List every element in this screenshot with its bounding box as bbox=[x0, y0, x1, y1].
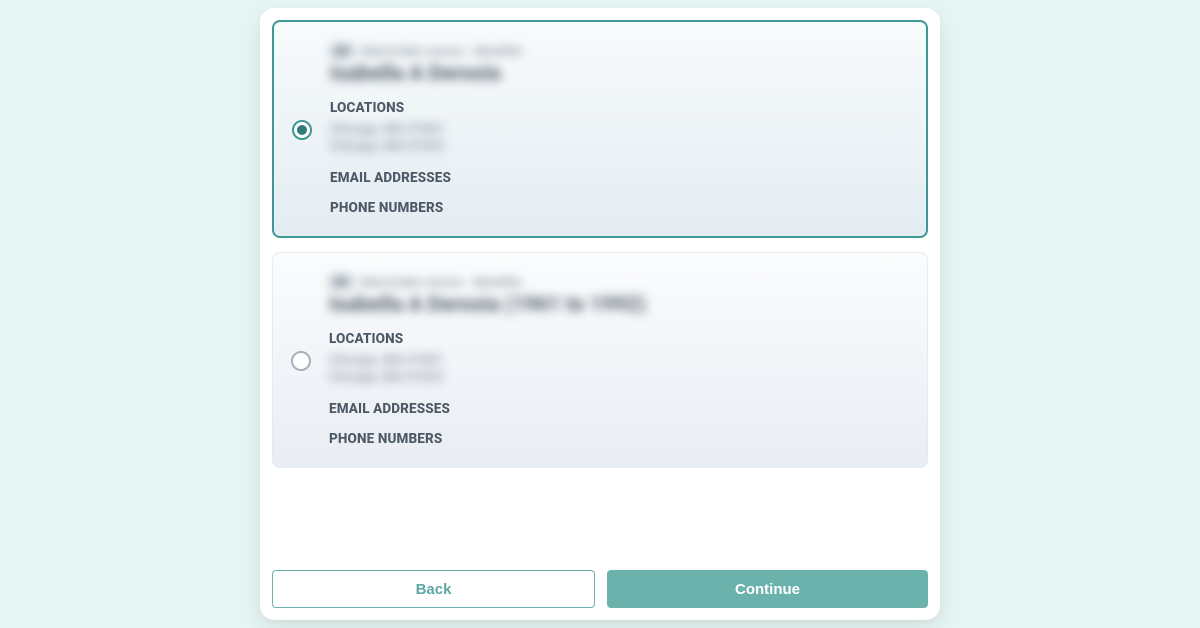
selection-panel: ID data broker source · identifier Isabe… bbox=[260, 8, 940, 620]
locations-list: Chicago, MA 01001 Chicago, MA 01022 bbox=[329, 353, 909, 387]
meta-tag: ID bbox=[329, 275, 353, 289]
location-item: Chicago, MA 01022 bbox=[329, 370, 909, 387]
location-item: Chicago, MA 01001 bbox=[330, 122, 908, 139]
option-card[interactable]: ID data broker source · identifier Isabe… bbox=[272, 252, 928, 468]
radio-dot bbox=[297, 125, 307, 135]
option-name: Isabella A Derosia bbox=[330, 62, 908, 86]
emails-label: EMAIL ADDRESSES bbox=[330, 170, 908, 186]
option-list: ID data broker source · identifier Isabe… bbox=[272, 20, 928, 556]
option-body: ID data broker source · identifier Isabe… bbox=[330, 44, 908, 216]
radio-unselected-icon[interactable] bbox=[291, 351, 311, 371]
blurred-meta: ID data broker source · identifier Isabe… bbox=[329, 275, 909, 317]
phones-label: PHONE NUMBERS bbox=[329, 431, 909, 447]
option-body: ID data broker source · identifier Isabe… bbox=[329, 275, 909, 447]
radio-selected-icon[interactable] bbox=[292, 120, 312, 140]
emails-label: EMAIL ADDRESSES bbox=[329, 401, 909, 417]
locations-list: Chicago, MA 01001 Chicago, MA 01022 bbox=[330, 122, 908, 156]
blurred-meta: ID data broker source · identifier Isabe… bbox=[330, 44, 908, 86]
option-name: Isabella A Derosia (1961 to 1992) bbox=[329, 293, 909, 317]
continue-button[interactable]: Continue bbox=[607, 570, 928, 608]
location-item: Chicago, MA 01001 bbox=[329, 353, 909, 370]
option-card[interactable]: ID data broker source · identifier Isabe… bbox=[272, 20, 928, 238]
location-item: Chicago, MA 01022 bbox=[330, 139, 908, 156]
back-button[interactable]: Back bbox=[272, 570, 595, 608]
locations-label: LOCATIONS bbox=[330, 100, 908, 116]
footer-actions: Back Continue bbox=[272, 570, 928, 608]
meta-text: data broker source · identifier bbox=[360, 275, 522, 289]
phones-label: PHONE NUMBERS bbox=[330, 200, 908, 216]
meta-tag: ID bbox=[330, 44, 354, 58]
locations-label: LOCATIONS bbox=[329, 331, 909, 347]
meta-text: data broker source · identifier bbox=[361, 44, 523, 58]
